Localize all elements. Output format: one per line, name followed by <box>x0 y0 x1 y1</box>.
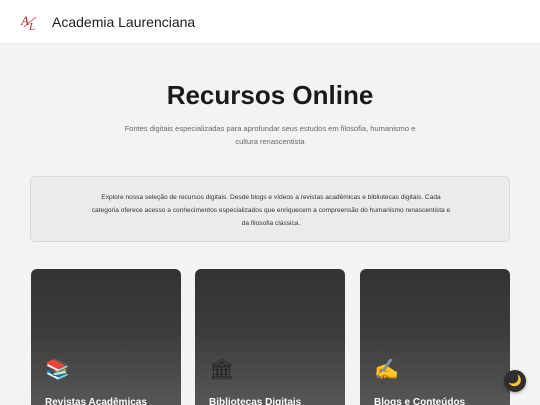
theme-toggle-button[interactable]: 🌙 <box>504 370 526 392</box>
brand-name[interactable]: Academia Laurenciana <box>52 14 195 30</box>
writing-hand-icon: ✍ <box>374 359 399 381</box>
moon-icon: 🌙 <box>508 375 522 387</box>
page-title: Recursos Online <box>166 80 374 110</box>
card-title: Blogs e Conteúdos <box>374 397 466 405</box>
card-blogs-e-conteudos[interactable]: ✍ Blogs e Conteúdos <box>360 269 510 405</box>
books-icon: 📚 <box>45 359 70 381</box>
top-navbar: A L Academia Laurenciana <box>0 0 540 44</box>
academia-monogram-icon[interactable]: A L <box>20 12 40 32</box>
card-title: Revistas Acadêmicas <box>45 397 147 405</box>
card-bibliotecas-digitais[interactable]: 🏛 Bibliotecas Digitais <box>195 269 345 405</box>
card-revistas-academicas[interactable]: 📚 Revistas Acadêmicas <box>31 269 181 405</box>
card-title: Bibliotecas Digitais <box>209 397 302 405</box>
intro-text: Explore nossa seleção de recursos digita… <box>91 194 451 227</box>
page-subtitle: Fontes digitais especializadas para apro… <box>124 124 416 146</box>
svg-text:A: A <box>20 13 29 28</box>
intro-box: Explore nossa seleção de recursos digita… <box>30 176 510 242</box>
classical-building-icon: 🏛 <box>209 359 235 381</box>
